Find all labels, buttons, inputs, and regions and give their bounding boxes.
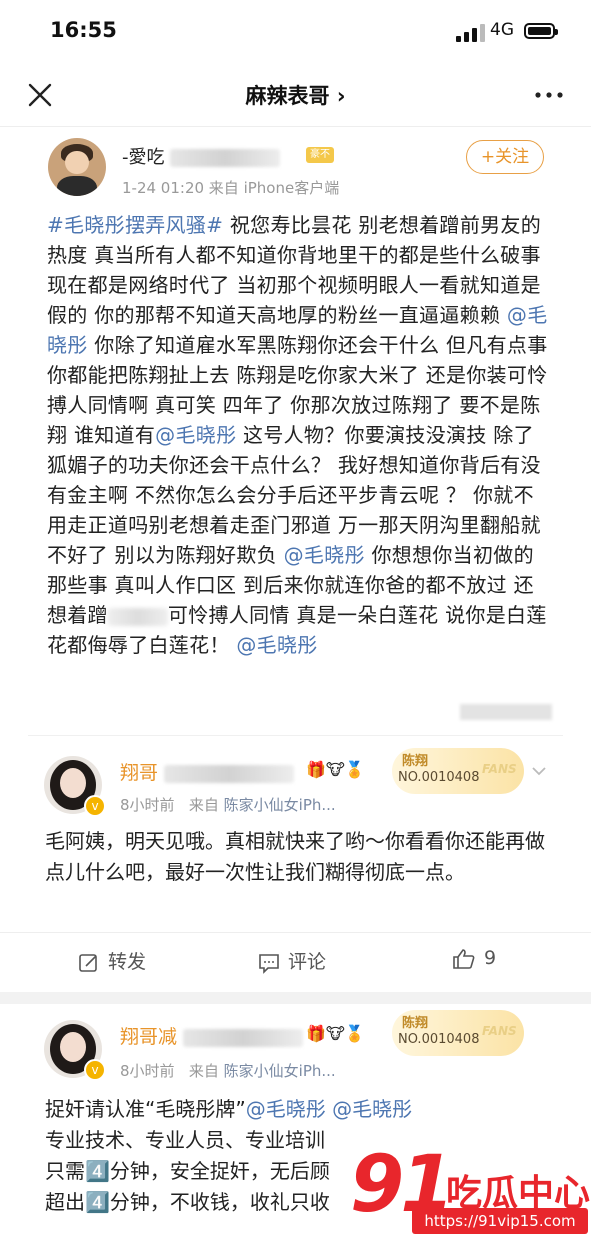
comment-meta: 8小时前 来自 陈家小仙女iPh...	[120, 794, 336, 815]
more-icon[interactable]	[532, 81, 566, 109]
cow-icon: 🐮	[325, 760, 345, 779]
username-blur	[170, 149, 281, 167]
like-count: 9	[484, 947, 497, 969]
mention-link[interactable]: @毛晓彤	[284, 543, 365, 567]
repost-label: 转发	[108, 951, 147, 973]
repost-icon	[79, 953, 97, 972]
cow-icon: 🐮	[325, 1024, 345, 1043]
watermark-logo: 91 吃瓜中心 https://91vip15.com	[350, 1140, 591, 1249]
comment-username-text: 翔哥减	[120, 1026, 178, 1048]
comment-text: 毛阿姨，明天见哦。真相就快来了哟～你看看你还能再做点儿什么吧，最好一次性让我们糊…	[45, 829, 545, 884]
page-title[interactable]: 麻辣表哥 ›	[0, 80, 591, 110]
fans-number: NO.0010408	[398, 770, 480, 785]
fans-word: FANS	[482, 762, 517, 776]
inline-mosaic	[107, 607, 168, 626]
comment-meta: 8小时前 来自 陈家小仙女iPh...	[120, 1060, 336, 1081]
post-body: #毛晓彤摆弄风骚# 祝您寿比昙花 别老想着蹭前男友的热度 真当所有人都不知道你背…	[47, 210, 552, 660]
repost-button[interactable]: 转发	[78, 947, 146, 974]
comment-card: v 翔哥 🎁🐮🏅 陈翔 NO.0010408 FANS 8小时前 来自 陈家小仙…	[0, 740, 591, 992]
username-blur	[164, 764, 295, 783]
status-bar: 16:55 4G	[0, 0, 591, 64]
username-blur	[183, 1028, 304, 1047]
section-separator	[0, 992, 591, 1004]
comment-source[interactable]: 陈家小仙女iPh...	[224, 1062, 336, 1080]
like-button[interactable]: 9	[452, 947, 496, 970]
comment-time: 8小时前	[120, 1062, 175, 1080]
post-username-text: -愛吃	[122, 147, 165, 168]
status-time: 16:55	[50, 18, 117, 42]
comment-button[interactable]: 评论	[258, 947, 326, 974]
mention-link[interactable]: @毛晓彤	[332, 1097, 412, 1121]
vip-badge: 豪不	[306, 147, 334, 163]
comment-from: 来自	[188, 796, 219, 814]
post-username[interactable]: -愛吃	[122, 143, 281, 169]
mention-link[interactable]: @毛晓彤	[236, 633, 317, 657]
signal-icon	[456, 24, 486, 42]
chevron-down-icon[interactable]	[530, 762, 548, 780]
main-post: -愛吃 豪不 1-24 01:20 来自 iPhone客户端 +关注 #毛晓彤摆…	[0, 126, 591, 726]
comment-icon	[259, 953, 279, 974]
gift-icon: 🎁	[306, 760, 326, 779]
comment-username-text: 翔哥	[120, 762, 159, 784]
badge-icons: 🎁🐮🏅	[306, 760, 365, 779]
comment-line-text: 捉奸请认准“毛晓彤牌”	[45, 1097, 246, 1121]
fans-card: 陈翔 NO.0010408 FANS	[392, 1010, 524, 1056]
mention-link[interactable]: @毛晓彤	[155, 423, 236, 447]
watermark-url: https://91vip15.com	[412, 1208, 588, 1234]
comment-time: 8小时前	[120, 796, 175, 814]
fans-card: 陈翔 NO.0010408 FANS	[392, 748, 524, 794]
comment-username[interactable]: 翔哥减	[120, 1022, 304, 1049]
action-bar: 转发 评论 9	[0, 932, 591, 987]
post-meta: 1-24 01:20 来自 iPhone客户端	[122, 179, 340, 197]
medal-icon: 🏅	[344, 1024, 365, 1043]
hashtag-link[interactable]: #毛晓彤摆弄风骚#	[47, 213, 223, 237]
medal-icon: 🏅	[344, 760, 365, 779]
fans-name: 陈翔	[402, 754, 429, 769]
thumbs-up-icon	[453, 948, 475, 969]
comment-source[interactable]: 陈家小仙女iPh...	[224, 796, 336, 814]
battery-icon	[524, 23, 558, 39]
divider	[28, 735, 563, 736]
comment-line: 捉奸请认准“毛晓彤牌”@毛晓彤 @毛晓彤	[45, 1094, 555, 1125]
post-avatar[interactable]	[48, 138, 106, 196]
gift-icon: 🎁	[306, 1024, 326, 1043]
comment-username[interactable]: 翔哥	[120, 758, 295, 785]
follow-button[interactable]: +关注	[466, 140, 544, 174]
fans-number: NO.0010408	[398, 1032, 480, 1047]
fans-word: FANS	[482, 1024, 517, 1038]
verified-badge: v	[84, 795, 106, 817]
fans-name: 陈翔	[402, 1016, 429, 1031]
mention-link[interactable]: @毛晓彤	[246, 1097, 326, 1121]
verified-badge: v	[84, 1059, 106, 1081]
badge-icons: 🎁🐮🏅	[306, 1024, 365, 1043]
mosaic-blur	[460, 704, 552, 720]
comment-label: 评论	[288, 951, 327, 973]
comment-from: 来自	[188, 1062, 219, 1080]
nav-bar: 麻辣表哥 ›	[0, 64, 591, 127]
network-label: 4G	[490, 20, 514, 40]
